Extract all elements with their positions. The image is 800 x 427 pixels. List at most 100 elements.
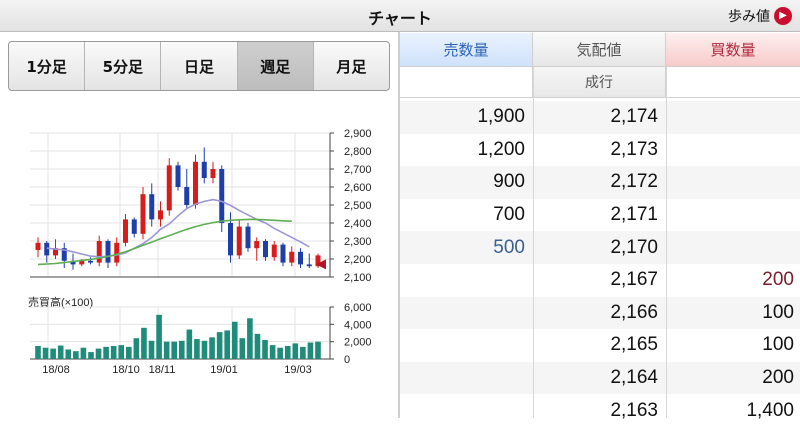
volume-bar	[118, 345, 125, 359]
volume-bar	[300, 346, 306, 359]
volume-bar	[315, 341, 321, 359]
tab-daily[interactable]: 日足	[161, 42, 238, 90]
volume-bar	[178, 340, 185, 359]
volume-bar	[126, 346, 132, 359]
tab-5min[interactable]: 5分足	[85, 42, 162, 90]
volume-bar	[80, 347, 87, 359]
market-order-label: 成行	[533, 67, 666, 98]
price-cell: 2,163	[610, 399, 658, 421]
candle-body	[263, 241, 268, 258]
volume-bar	[57, 345, 64, 359]
volume-tick-label: 2,000	[344, 337, 372, 349]
candle-body	[114, 242, 120, 263]
volume-bar	[262, 339, 268, 359]
tab-label: 週足	[260, 57, 291, 76]
volume-bar	[254, 333, 261, 359]
sell-qty-cell: 1,900	[477, 106, 525, 128]
price-chart[interactable]: 2,900 2,800 2,700 2,600 2,500 2,400 2,300 2,200…	[0, 123, 398, 418]
candle-body	[201, 161, 207, 178]
candle-body	[158, 210, 163, 220]
volume-bar	[148, 340, 155, 359]
price-tick-label: 2,300	[344, 236, 372, 248]
board-row[interactable]: 700 2,171	[400, 199, 800, 232]
buy-qty-cell: 200	[762, 269, 794, 291]
volume-bar	[292, 343, 299, 359]
candle-body	[228, 223, 233, 256]
volume-bar	[239, 338, 246, 359]
sell-qty-cell	[400, 329, 531, 362]
volume-bar	[88, 352, 94, 359]
board-row[interactable]: 2,163 1,400	[400, 394, 800, 427]
sell-qty-cell	[400, 362, 531, 395]
next-button-label: 歩み値	[728, 9, 770, 25]
board-row[interactable]: 2,165 100	[400, 329, 800, 362]
volume-tick-label: 0	[344, 354, 350, 366]
board-row[interactable]: 2,167 200	[400, 264, 800, 297]
chart-pane: 1分足 5分足 日足 週足 月足 2,900 2,800 2,700 2,600 2,5…	[0, 33, 398, 418]
price-cell: 2,171	[610, 204, 658, 226]
sell-qty-cell: 500	[493, 236, 525, 258]
sell-qty-cell: 1,200	[477, 138, 525, 160]
tab-1min[interactable]: 1分足	[9, 42, 86, 90]
tab-label: 1分足	[26, 57, 67, 76]
price-tick-label: 2,100	[344, 272, 372, 284]
candle-body	[236, 226, 242, 256]
board-rows: 1,900 2,174 1,200 2,173 900 2,172 700 2,171 500 2…	[400, 101, 800, 427]
volume-bar	[269, 345, 276, 359]
volume-bar	[201, 340, 208, 359]
market-sell-cell	[400, 67, 533, 98]
candle-body	[245, 226, 251, 249]
board-row[interactable]: 1,900 2,174	[400, 101, 800, 134]
sell-qty-cell	[400, 297, 531, 330]
candle-body	[131, 219, 137, 234]
price-cell: 2,165	[610, 334, 658, 356]
candle-body	[193, 161, 198, 205]
tab-monthly[interactable]: 月足	[314, 42, 389, 90]
price-cell: 2,170	[610, 236, 658, 258]
board-row[interactable]: 2,164 200	[400, 361, 800, 395]
candle-body	[210, 169, 216, 178]
board-row[interactable]: 500 2,170	[400, 231, 800, 264]
board-row[interactable]: 2,166 100	[400, 296, 800, 330]
volume-bar	[209, 337, 215, 359]
date-tick-label: 19/03	[284, 364, 312, 376]
price-cell: 2,166	[610, 301, 658, 323]
volume-bar	[247, 318, 253, 359]
date-tick-label: 18/08	[42, 364, 70, 376]
candle-body	[88, 260, 93, 263]
sell-qty-cell: 700	[493, 204, 525, 226]
chevron-right-icon: ▶	[774, 7, 792, 25]
buy-qty-cell	[666, 199, 800, 232]
volume-bar	[231, 321, 238, 359]
sell-qty-cell	[400, 264, 531, 297]
buy-qty-cell: 100	[762, 334, 794, 356]
time-and-sales-button[interactable]: 歩み値 ▶	[728, 6, 792, 26]
period-tabs: 1分足 5分足 日足 週足 月足	[8, 41, 390, 91]
tab-label: 日足	[184, 57, 215, 76]
price-cell: 2,167	[610, 269, 658, 291]
volume-bar	[186, 329, 193, 359]
tab-label: 月足	[336, 57, 367, 76]
price-tick-label: 2,900	[344, 128, 372, 140]
board-row[interactable]: 1,200 2,173	[400, 134, 800, 167]
candle-body	[105, 241, 111, 263]
top-bar: ◀ 気配 チャート 歩み値 ▶	[0, 0, 800, 418]
volume-bar	[95, 348, 102, 359]
volume-bar	[224, 330, 230, 359]
volume-bar	[216, 332, 223, 359]
date-tick-label: 19/01	[210, 364, 238, 376]
tab-weekly[interactable]: 週足	[237, 42, 314, 90]
volume-bar	[73, 351, 79, 359]
volume-bar	[110, 346, 117, 359]
buy-qty-cell	[666, 231, 800, 264]
volume-bar	[156, 314, 162, 359]
tab-label: 5分足	[102, 57, 144, 76]
candle-body	[123, 219, 128, 243]
board-row[interactable]: 900 2,172	[400, 166, 800, 199]
volume-bar	[133, 338, 140, 359]
price-cell: 2,174	[610, 106, 658, 128]
candle-body	[149, 194, 155, 220]
volume-tick-label: 4,000	[344, 319, 372, 331]
volume-tick-label: 6,000	[344, 302, 372, 314]
volume-bar	[194, 339, 200, 359]
